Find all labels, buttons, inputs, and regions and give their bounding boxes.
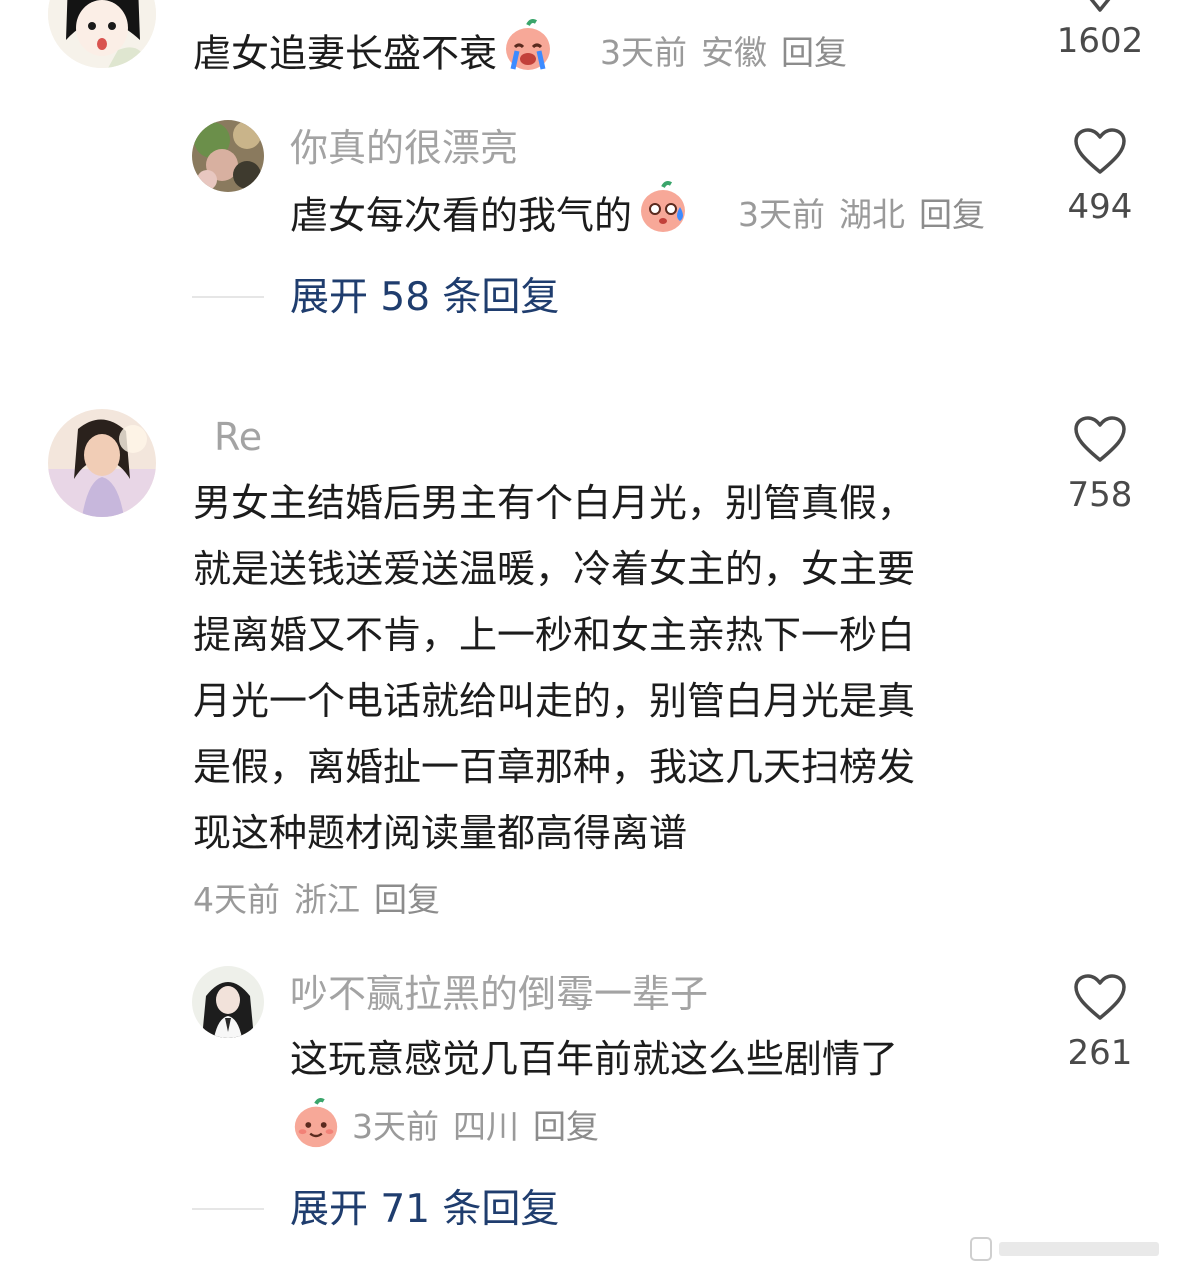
like-count: 1602 (1056, 21, 1144, 61)
comment-text: 这玩意感觉几百年前就这么些剧情了 (290, 1037, 899, 1081)
time-label: 3天前 (600, 33, 687, 72)
reply-button[interactable]: 回复 (919, 195, 985, 234)
avatar[interactable] (192, 120, 264, 192)
comment-text: 男女主结婚后男主有个白月光，别管真假， 就是送钱送爱送温暖，冷着女主的，女主要 … (193, 470, 915, 866)
location-label: 湖北 (839, 195, 905, 234)
heart-outline-icon (1074, 128, 1126, 174)
expand-replies-button[interactable]: 展开 58 条回复 (290, 278, 559, 317)
watermark (970, 1237, 1159, 1261)
sweating-peach-emoji (636, 181, 690, 255)
like-count: 494 (1067, 187, 1133, 227)
text-line: 男女主结婚后男主有个白月光，别管真假， (193, 481, 916, 525)
location-label: 浙江 (294, 880, 360, 919)
smiling-peach-emoji (290, 1098, 342, 1155)
expand-replies-button[interactable]: 展开 71 条回复 (290, 1190, 559, 1229)
like-button[interactable]: 494 (1045, 128, 1155, 224)
avatar[interactable] (48, 0, 156, 68)
text-line: 提离婚又不肯，上一秒和女主亲热下一秒白 (193, 613, 916, 657)
time-label: 4天前 (193, 880, 280, 919)
heart-outline-icon (1089, 0, 1111, 12)
avatar[interactable] (48, 409, 156, 517)
comment-meta: 3天前 湖北 回复 (738, 198, 999, 231)
text-line: 月光一个电话就给叫走的，别管白月光是真 (193, 679, 916, 723)
reply-button[interactable]: 回复 (533, 1110, 599, 1143)
avatar[interactable] (192, 966, 264, 1038)
like-count: 758 (1067, 475, 1133, 515)
time-label: 3天前 (738, 195, 825, 234)
divider (192, 1208, 264, 1210)
text-line: 就是送钱送爱送温暖，冷着女主的，女主要 (193, 547, 916, 591)
comment-text: 虐女追妻长盛不衰 (193, 19, 555, 93)
crying-peach-emoji (501, 19, 555, 93)
like-button[interactable]: 261 (1045, 974, 1155, 1070)
text-line: 是假，离婚扯一百章那种，我这几天扫榜发 (193, 745, 916, 789)
time-label: 3天前 (352, 1107, 439, 1146)
username[interactable]: 你真的很漂亮 (290, 129, 518, 167)
like-button[interactable]: 758 (1045, 416, 1155, 512)
text-line: 现这种题材阅读量都高得离谱 (193, 811, 688, 855)
location-label: 安徽 (701, 33, 767, 72)
comment-meta: 4天前 浙江 回复 (193, 883, 454, 916)
like-count: 261 (1067, 1033, 1133, 1073)
comment-text: 虐女每次看的我气的 (290, 181, 690, 255)
divider (192, 296, 264, 298)
heart-outline-icon (1074, 416, 1126, 462)
comment-meta: 3天前 四川 回复 (290, 1098, 613, 1155)
location-label: 四川 (453, 1107, 519, 1146)
reply-button[interactable]: 回复 (374, 880, 440, 919)
comment-meta: 3天前 安徽 回复 (600, 36, 861, 69)
heart-outline-icon (1074, 974, 1126, 1020)
reply-button[interactable]: 回复 (781, 33, 847, 72)
username[interactable]: 吵不赢拉黑的倒霉一辈子 (290, 975, 708, 1013)
like-button[interactable]: 1602 (1045, 0, 1155, 58)
username[interactable]: Re (214, 418, 262, 456)
